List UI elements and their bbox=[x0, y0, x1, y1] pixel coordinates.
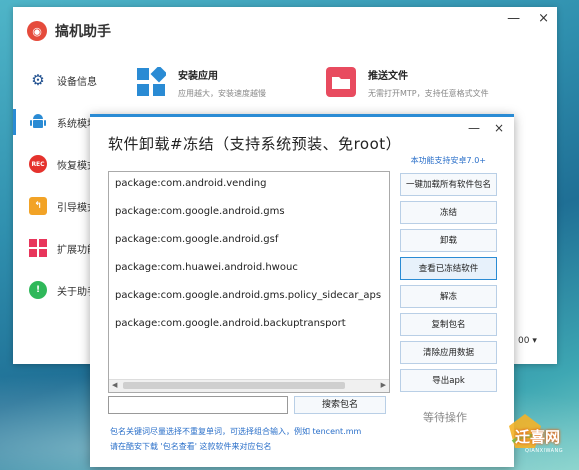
clear-app-data-button[interactable]: 清除应用数据 bbox=[400, 341, 497, 364]
main-window-controls: — × bbox=[507, 11, 549, 26]
status-text: 等待操作 bbox=[423, 411, 467, 424]
list-item[interactable]: package:com.google.android.backuptranspo… bbox=[115, 318, 346, 329]
uninstall-freeze-dialog: 软件卸载#冻结（支持系统预装、免root） — × 本功能支持安卓7.0+ pa… bbox=[90, 114, 514, 467]
sidebar-item-device-info[interactable]: ⚙ 设备信息 bbox=[13, 59, 103, 101]
list-item[interactable]: package:com.google.android.gms.policy_si… bbox=[115, 290, 381, 301]
unfreeze-button[interactable]: 解冻 bbox=[400, 285, 497, 308]
select-dropdown[interactable]: 00 ▾ bbox=[518, 336, 537, 346]
minimize-button[interactable]: — bbox=[507, 11, 520, 26]
rec-icon: REC bbox=[29, 155, 47, 173]
feature-title: 推送文件 bbox=[368, 71, 408, 82]
scrollbar-thumb[interactable] bbox=[123, 382, 345, 389]
watermark-text: 迁喜网 bbox=[515, 428, 561, 446]
app-title: 搞机助手 bbox=[55, 24, 111, 40]
watermark-subtext: QIANXIWANG bbox=[525, 448, 564, 454]
copy-package-button[interactable]: 复制包名 bbox=[400, 313, 497, 336]
gear-icon: ⚙ bbox=[31, 71, 45, 89]
android-icon bbox=[29, 113, 47, 131]
search-package-button[interactable]: 搜索包名 bbox=[294, 396, 386, 414]
scroll-left-icon[interactable]: ◀ bbox=[112, 381, 117, 389]
list-item[interactable]: package:com.google.android.gsf bbox=[115, 234, 278, 245]
search-input[interactable] bbox=[108, 396, 288, 414]
watermark-logo: 迁喜网 QIANXIWANG bbox=[505, 412, 573, 462]
list-item[interactable]: package:com.android.vending bbox=[115, 178, 266, 189]
feature-title: 安装应用 bbox=[178, 71, 218, 82]
back-arrow-icon: ↰ bbox=[29, 197, 47, 215]
push-file-feature[interactable]: 推送文件 无需打开MTP，支持任意格式文件 bbox=[326, 67, 489, 99]
info-icon: ! bbox=[29, 281, 47, 299]
support-note: 本功能支持安卓7.0+ bbox=[410, 156, 486, 165]
sidebar-item-label: 设备信息 bbox=[57, 76, 97, 88]
uninstall-button[interactable]: 卸载 bbox=[400, 229, 497, 252]
horizontal-scrollbar[interactable]: ◀ ▶ bbox=[109, 379, 389, 392]
install-app-feature[interactable]: 安装应用 应用越大，安装速度越慢 bbox=[136, 67, 266, 99]
scroll-right-icon[interactable]: ▶ bbox=[381, 381, 386, 389]
feature-desc: 应用越大，安装速度越慢 bbox=[178, 89, 266, 98]
app-logo-icon: ◉ bbox=[27, 21, 47, 41]
hint-text: 包名关键词尽量选择不重复单词，可选择组合输入，例如 tencent.mm bbox=[110, 427, 362, 436]
action-buttons: 一键加载所有软件包名 冻结 卸载 查看已冻结软件 解冻 复制包名 清除应用数据 … bbox=[400, 173, 497, 397]
folder-icon bbox=[326, 67, 356, 97]
dialog-title: 软件卸载#冻结（支持系统预装、免root） bbox=[108, 135, 402, 153]
list-item[interactable]: package:com.google.android.gms bbox=[115, 206, 285, 217]
view-frozen-button[interactable]: 查看已冻结软件 bbox=[400, 257, 497, 280]
hint-text: 请在酷安下载 '包名查看' 这款软件来对应包名 bbox=[110, 442, 272, 451]
export-apk-button[interactable]: 导出apk bbox=[400, 369, 497, 392]
load-all-packages-button[interactable]: 一键加载所有软件包名 bbox=[400, 173, 497, 196]
app-title-bar: ◉ 搞机助手 bbox=[27, 21, 111, 41]
install-app-icon bbox=[137, 67, 166, 96]
close-button[interactable]: × bbox=[538, 11, 549, 26]
grid-icon bbox=[29, 239, 47, 257]
dialog-window-controls: — × bbox=[468, 121, 504, 135]
feature-desc: 无需打开MTP，支持任意格式文件 bbox=[368, 89, 489, 98]
list-item[interactable]: package:com.huawei.android.hwouc bbox=[115, 262, 298, 273]
dialog-minimize-button[interactable]: — bbox=[468, 121, 480, 135]
package-list[interactable]: package:com.android.vending package:com.… bbox=[108, 171, 390, 393]
freeze-button[interactable]: 冻结 bbox=[400, 201, 497, 224]
dialog-close-button[interactable]: × bbox=[494, 121, 504, 135]
